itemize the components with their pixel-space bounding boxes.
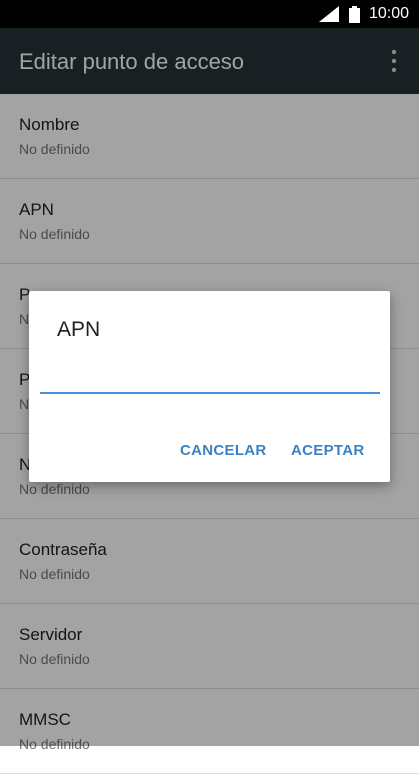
dialog-title: APN — [57, 318, 101, 341]
status-bar: 10:00 — [0, 0, 419, 28]
signal-icon — [319, 6, 339, 22]
apn-input[interactable] — [40, 360, 380, 394]
apn-dialog: APN CANCELAR ACEPTAR — [29, 291, 390, 482]
status-time: 10:00 — [369, 5, 410, 22]
ok-button[interactable]: ACEPTAR — [291, 442, 365, 459]
battery-icon — [349, 6, 360, 23]
cancel-button[interactable]: CANCELAR — [180, 442, 267, 459]
